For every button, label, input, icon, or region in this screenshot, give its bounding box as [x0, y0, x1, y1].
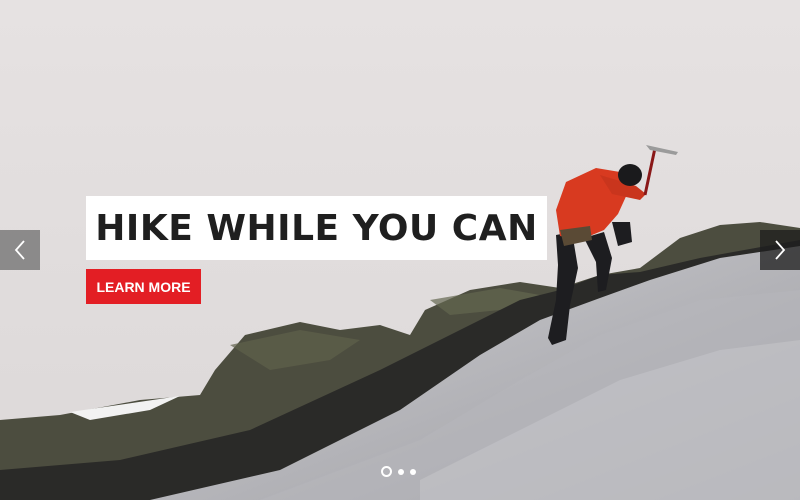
- chevron-left-icon: [14, 240, 25, 260]
- chevron-right-icon: [775, 240, 786, 260]
- pagination-dot-1[interactable]: [381, 466, 392, 477]
- headline-banner: HIKE WHILE YOU CAN: [86, 196, 547, 260]
- next-slide-button[interactable]: [760, 230, 800, 270]
- pagination-dot-2[interactable]: [398, 468, 404, 475]
- hero-headline: HIKE WHILE YOU CAN: [95, 207, 538, 249]
- previous-slide-button[interactable]: [0, 230, 40, 270]
- hero-slider: HIKE WHILE YOU CAN LEARN MORE: [0, 0, 800, 500]
- learn-more-button[interactable]: LEARN MORE: [86, 269, 201, 304]
- slide-pagination: [381, 466, 416, 477]
- pagination-dot-3[interactable]: [410, 468, 416, 475]
